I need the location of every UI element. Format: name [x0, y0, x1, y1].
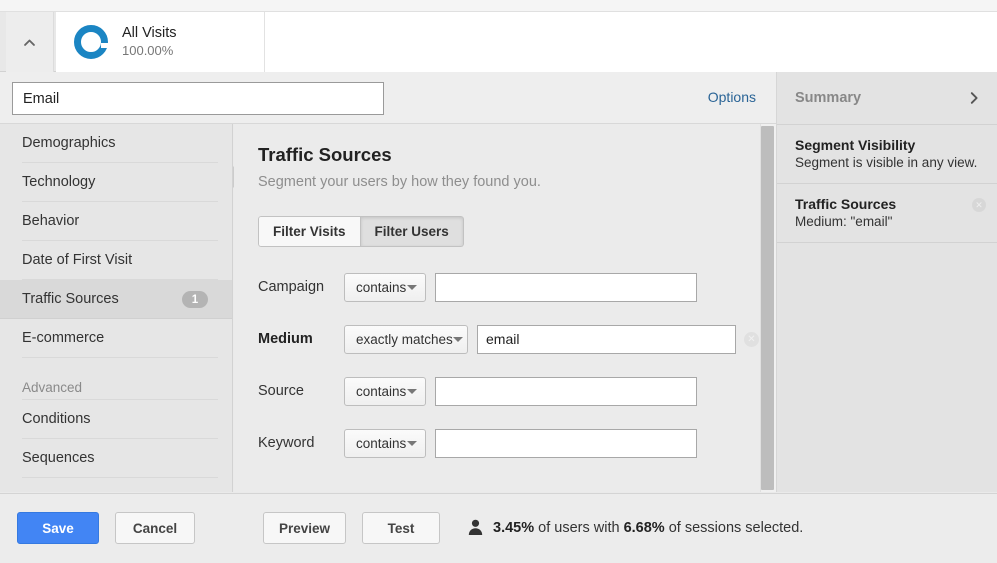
summary-title: Summary [795, 90, 861, 106]
operator-select-medium[interactable]: exactly matches [344, 325, 468, 354]
filter-row-source: Source contains [258, 373, 760, 409]
segment-name-input[interactable] [12, 82, 384, 115]
segment-tab-percent: 100.00% [122, 43, 177, 59]
filter-value-input-keyword[interactable] [435, 429, 697, 458]
summary-block-text: Segment is visible in any view. [795, 155, 981, 170]
sidebar-item-label: Conditions [22, 411, 91, 427]
chevron-down-icon [407, 441, 417, 446]
operator-select-campaign[interactable]: contains [344, 273, 426, 302]
segment-tab-text: All Visits 100.00% [122, 24, 177, 59]
segment-name-row: Options [0, 72, 776, 124]
sidebar-item-label: Sequences [22, 450, 95, 466]
filter-label-campaign: Campaign [258, 279, 344, 295]
sidebar-item-conditions[interactable]: Conditions [22, 400, 218, 439]
filter-panel: Traffic Sources Segment your users by ho… [234, 124, 760, 492]
options-link[interactable]: Options [708, 89, 756, 105]
sidebar-item-technology[interactable]: Technology [22, 163, 218, 202]
panel-scrollbar-thumb[interactable] [761, 126, 774, 490]
selection-status: 3.45% of users with 6.68% of sessions se… [468, 519, 803, 536]
summary-block-segment-visibility: Segment Visibility Segment is visible in… [777, 125, 997, 184]
sidebar-item-label: Technology [22, 174, 95, 190]
summary-block-traffic-sources: Traffic Sources Medium: "email" ✕ [777, 184, 997, 243]
segment-tab-title: All Visits [122, 24, 177, 42]
remove-summary-block-icon[interactable]: ✕ [972, 198, 986, 212]
sidebar-item-label: Behavior [22, 213, 79, 229]
test-button[interactable]: Test [362, 512, 440, 544]
sidebar-item-behavior[interactable]: Behavior [22, 202, 218, 241]
status-users-percent: 3.45% [493, 520, 534, 536]
filter-label-keyword: Keyword [258, 435, 344, 451]
summary-header: Summary [777, 72, 997, 125]
page-subtitle: Segment your users by how they found you… [258, 174, 760, 190]
page-title: Traffic Sources [258, 144, 760, 166]
sidebar-item-label: Demographics [22, 135, 116, 151]
sidebar-item-badge: 1 [182, 291, 208, 308]
chevron-down-icon [453, 337, 463, 342]
tab-filter-users[interactable]: Filter Users [361, 216, 464, 247]
filter-label-source: Source [258, 383, 344, 399]
operator-select-value: contains [356, 384, 406, 399]
chevron-down-icon [407, 285, 417, 290]
filter-scope-toggle: Filter Visits Filter Users [258, 216, 464, 247]
tab-row-empty-space [265, 12, 776, 72]
sidebar-item-label: Date of First Visit [22, 252, 132, 268]
status-mid-text: of users with [534, 520, 623, 536]
operator-select-value: exactly matches [356, 332, 453, 347]
segment-editor-window: All Visits 100.00% Options Demographics … [0, 0, 997, 563]
chevron-up-icon [23, 36, 36, 49]
filter-value-input-campaign[interactable] [435, 273, 697, 302]
summary-block-title: Traffic Sources [795, 196, 981, 212]
sidebar-item-e-commerce[interactable]: E-commerce [22, 319, 218, 358]
segment-tab-all-visits[interactable]: All Visits 100.00% [56, 12, 265, 72]
sidebar-item-date-of-first-visit[interactable]: Date of First Visit [22, 241, 218, 280]
summary-sidebar: Summary Segment Visibility Segment is vi… [776, 72, 997, 492]
sidebar-item-label: Traffic Sources [22, 291, 119, 307]
donut-chart-icon [74, 25, 108, 59]
sidebar-item-label: E-commerce [22, 330, 104, 346]
tab-row-right-space [776, 12, 997, 72]
sidebar-item-demographics[interactable]: Demographics [22, 124, 218, 163]
filter-label-medium: Medium [258, 331, 344, 347]
operator-select-keyword[interactable]: contains [344, 429, 426, 458]
filter-value-input-source[interactable] [435, 377, 697, 406]
window-top-strip [0, 0, 997, 12]
sidebar-section-advanced: Advanced [22, 366, 218, 400]
chevron-right-icon[interactable] [967, 91, 981, 105]
status-end-text: of sessions selected. [665, 520, 804, 536]
filter-row-keyword: Keyword contains [258, 425, 760, 461]
filter-value-input-medium[interactable] [477, 325, 736, 354]
chevron-down-icon [407, 389, 417, 394]
person-icon [468, 519, 483, 536]
operator-select-value: contains [356, 280, 406, 295]
operator-select-value: contains [356, 436, 406, 451]
remove-filter-medium-icon[interactable]: ✕ [744, 332, 759, 347]
preview-button[interactable]: Preview [263, 512, 346, 544]
summary-block-text: Medium: "email" [795, 214, 981, 229]
segment-tab-row: All Visits 100.00% [0, 12, 997, 72]
operator-select-source[interactable]: contains [344, 377, 426, 406]
status-sessions-percent: 6.68% [624, 520, 665, 536]
sidebar-item-sequences[interactable]: Sequences [22, 439, 218, 478]
segment-category-nav: Demographics Technology Behavior Date of… [0, 124, 233, 492]
cancel-button[interactable]: Cancel [115, 512, 195, 544]
collapse-panel-button[interactable] [6, 12, 54, 72]
summary-block-title: Segment Visibility [795, 137, 981, 153]
sidebar-item-traffic-sources[interactable]: Traffic Sources 1 [0, 280, 232, 319]
filter-row-medium: Medium exactly matches ✕ [258, 321, 760, 357]
filter-row-campaign: Campaign contains [258, 269, 760, 305]
tab-filter-visits[interactable]: Filter Visits [258, 216, 361, 247]
filter-rows: Campaign contains Medium exactly matches… [258, 269, 760, 461]
save-button[interactable]: Save [17, 512, 99, 544]
